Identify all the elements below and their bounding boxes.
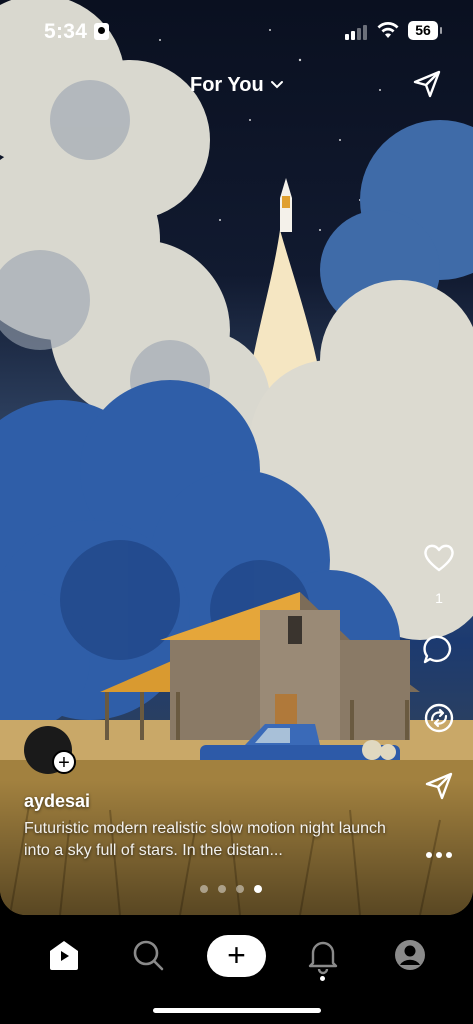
paper-plane-icon [413, 70, 441, 98]
search-icon [133, 940, 164, 971]
status-time: 5:34 [44, 20, 88, 43]
battery-indicator: 56 [408, 21, 442, 40]
more-options-button[interactable] [418, 840, 460, 875]
paper-plane-icon [425, 772, 453, 800]
post-image[interactable] [0, 0, 473, 915]
carousel-dot [200, 885, 208, 893]
plus-icon: + [58, 752, 70, 774]
post-artwork [0, 0, 473, 915]
tab-notifications[interactable] [303, 935, 343, 975]
repost-button[interactable] [418, 700, 460, 741]
like-count: 1 [435, 590, 443, 606]
tab-home[interactable] [44, 935, 84, 975]
cellular-signal-icon [345, 24, 371, 40]
notification-dot [320, 976, 325, 981]
home-indicator [153, 1008, 321, 1013]
create-post-button[interactable]: + [207, 935, 266, 977]
chevron-down-icon [270, 81, 283, 89]
feed-selector[interactable]: For You [190, 70, 284, 100]
contact-card-icon [94, 23, 109, 40]
carousel-dot [218, 885, 226, 893]
ellipsis-icon [426, 852, 452, 858]
repost-icon [424, 703, 454, 733]
wifi-icon [377, 22, 399, 38]
plus-icon: + [227, 937, 246, 973]
speech-bubble-icon [423, 635, 452, 664]
tab-profile[interactable] [390, 935, 430, 975]
bell-icon [308, 941, 338, 975]
comment-button[interactable] [418, 632, 460, 673]
profile-icon [395, 940, 425, 970]
post-caption[interactable]: Futuristic modern realistic slow motion … [24, 818, 404, 862]
home-icon [50, 941, 78, 970]
carousel-indicator [200, 885, 262, 893]
direct-message-button[interactable] [411, 68, 443, 100]
follow-button[interactable]: + [52, 750, 76, 774]
feed-selector-label: For You [190, 73, 264, 96]
carousel-dot [254, 885, 262, 893]
heart-icon [424, 544, 454, 572]
carousel-dot [236, 885, 244, 893]
status-bar: 5:34 56 [0, 0, 473, 60]
like-button[interactable] [418, 540, 460, 581]
author-username[interactable]: aydesai [24, 791, 90, 812]
share-button[interactable] [418, 768, 460, 809]
tab-search[interactable] [128, 935, 168, 975]
